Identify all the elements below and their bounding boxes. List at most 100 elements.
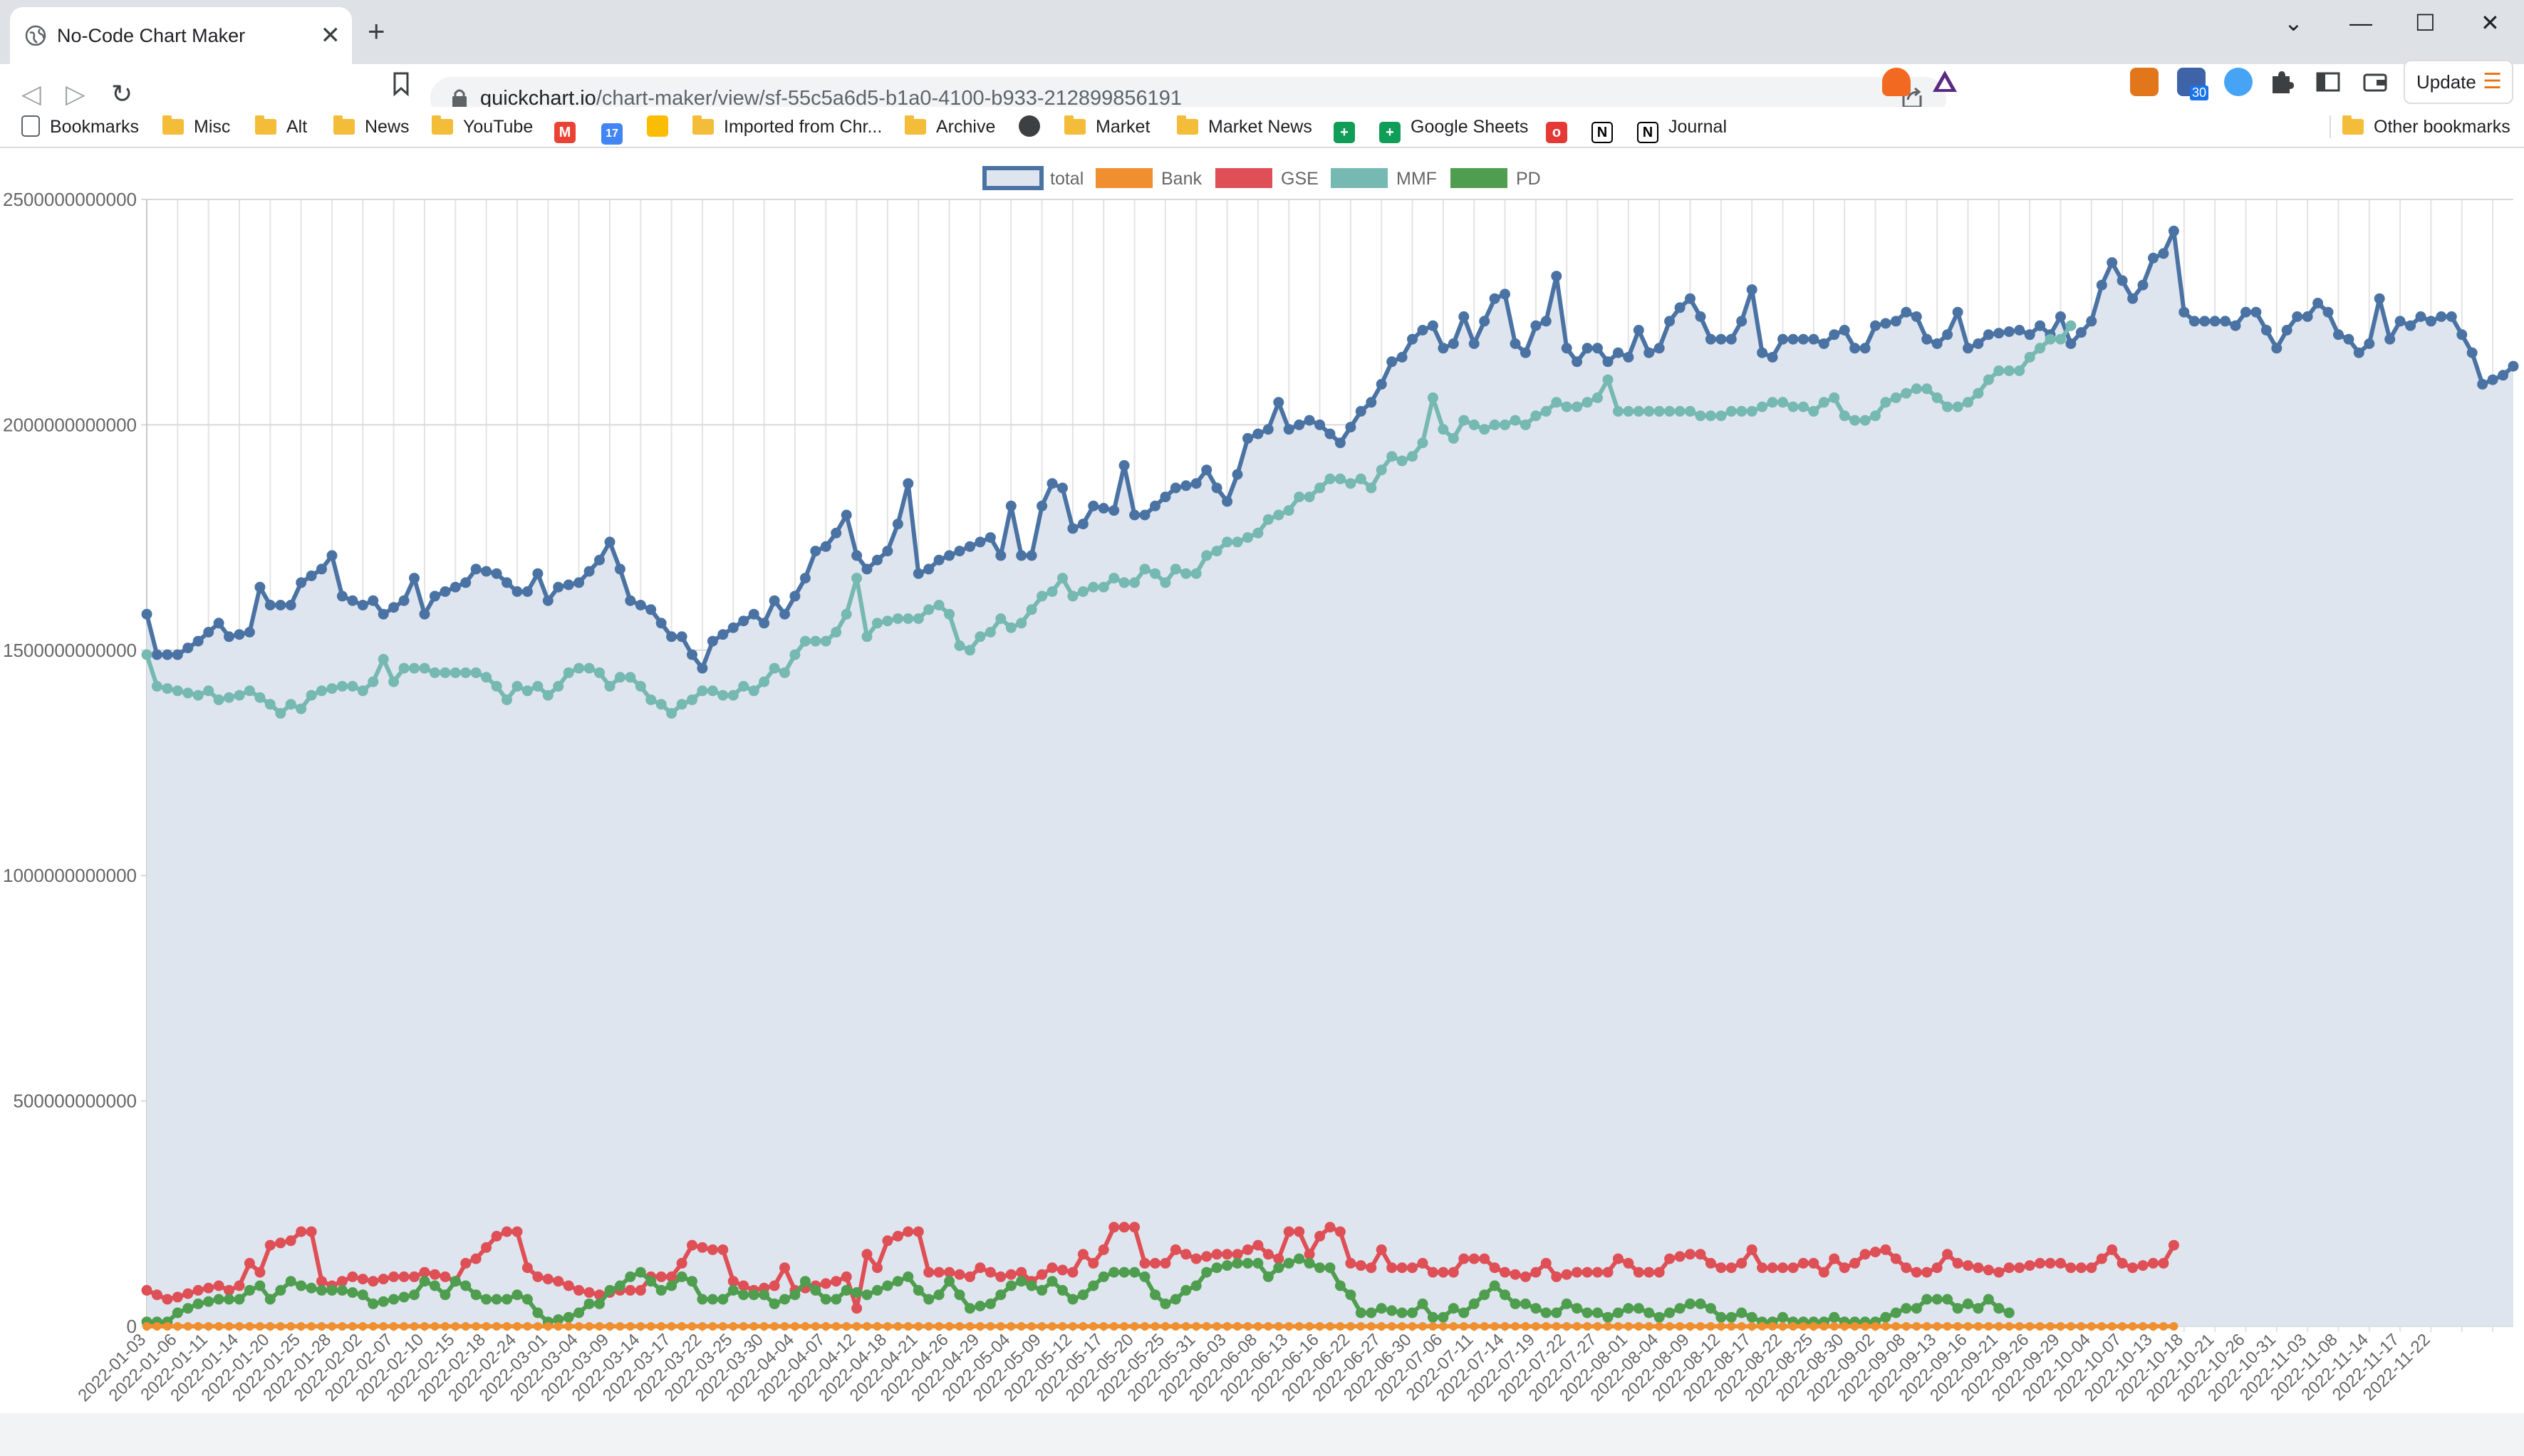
bookmark-alt[interactable]: Alt (255, 115, 307, 138)
data-point (1253, 1322, 1262, 1331)
maximize-icon[interactable]: ☐ (2415, 9, 2436, 37)
folder-icon (1064, 115, 1086, 135)
data-point (799, 635, 811, 647)
bookmark-youtube[interactable]: YouTube (432, 115, 533, 138)
data-point (2148, 1257, 2159, 1269)
legend-label-total: total (1050, 169, 1084, 189)
data-point (1510, 1269, 1521, 1280)
data-point (1685, 405, 1695, 417)
metamask-icon[interactable] (2130, 68, 2159, 96)
data-point (1068, 1322, 1077, 1331)
close-tab-icon[interactable]: ✕ (321, 21, 341, 50)
side-panel-icon[interactable] (2314, 68, 2342, 96)
data-point (1314, 1262, 1326, 1274)
data-point (872, 1262, 883, 1274)
data-point (183, 1322, 192, 1331)
data-point (151, 649, 162, 660)
data-point (821, 1322, 831, 1331)
data-point (625, 595, 636, 606)
data-point (285, 1276, 296, 1287)
brave-rewards-icon[interactable] (1931, 68, 1959, 96)
data-point (398, 662, 410, 674)
data-point (1408, 1322, 1417, 1331)
data-point (1643, 405, 1655, 417)
data-point (1376, 464, 1387, 476)
back-icon[interactable]: ◁ (21, 77, 41, 111)
bookmark-google-sheets[interactable]: + Google Sheets (1379, 115, 1528, 143)
data-point (1150, 1289, 1160, 1301)
data-point (1890, 316, 1901, 327)
wallet-icon[interactable] (2361, 68, 2389, 96)
close-window-icon[interactable]: ✕ (2481, 9, 2500, 37)
bookmark-globe[interactable] (1019, 115, 1050, 138)
bookmark-imported[interactable]: Imported from Chr... (692, 115, 882, 138)
data-point (1252, 1257, 1264, 1269)
data-point (1674, 405, 1686, 417)
bookmark-icon[interactable] (390, 71, 412, 97)
data-point (965, 541, 975, 552)
data-point (1315, 1322, 1324, 1331)
forward-icon[interactable]: ▷ (66, 77, 85, 111)
bookmark-gmail[interactable]: M (554, 115, 586, 143)
data-point (1500, 1267, 1510, 1278)
tab-search-chevron-icon[interactable]: ⌄ (2284, 9, 2303, 37)
data-point (398, 1271, 410, 1282)
minimize-icon[interactable]: — (2349, 9, 2372, 37)
update-button[interactable]: Update ☰ (2404, 60, 2513, 104)
data-point (1870, 410, 1881, 422)
bookmark-other[interactable]: Other bookmarks (2330, 115, 2510, 138)
bookmark-keep[interactable] (647, 115, 678, 138)
data-point (2240, 306, 2251, 318)
data-point (727, 622, 739, 633)
bluesky-icon[interactable] (2224, 68, 2253, 96)
series-total (141, 225, 2519, 1326)
bookmark-bookmarks[interactable]: Bookmarks (21, 115, 139, 138)
reload-icon[interactable]: ↻ (111, 77, 133, 111)
data-point (296, 1226, 307, 1237)
data-point (162, 1322, 172, 1331)
data-point (1190, 478, 1202, 489)
data-point (563, 667, 574, 678)
bookmark-archive[interactable]: Archive (905, 115, 995, 138)
data-point (573, 577, 585, 588)
data-point (1777, 397, 1788, 408)
data-point (831, 1322, 841, 1331)
data-point (1170, 1294, 1181, 1305)
bookmark-journal[interactable]: N Journal (1637, 115, 1727, 143)
data-point (2271, 343, 2282, 354)
data-point (1480, 1322, 1489, 1331)
brave-shields-icon[interactable] (1882, 68, 1911, 96)
menu-icon[interactable]: ☰ (2483, 61, 2502, 103)
legend-label-mmf: MMF (1396, 169, 1437, 189)
data-point (1192, 1322, 1201, 1331)
data-point (1725, 405, 1737, 417)
data-point (913, 613, 924, 624)
bookmark-notion[interactable]: N (1591, 115, 1623, 143)
bookmark-misc[interactable]: Misc (162, 115, 230, 138)
bookmark-market[interactable]: Market (1064, 115, 1150, 138)
data-point (2405, 320, 2416, 331)
calendar-extension-icon[interactable]: 30 (2177, 68, 2208, 100)
extensions-puzzle-icon[interactable] (2267, 68, 2295, 96)
data-point (2260, 325, 2272, 336)
data-point (2024, 1260, 2035, 1272)
bookmark-red-app[interactable]: o (1546, 115, 1577, 143)
bookmark-market-news[interactable]: Market News (1177, 115, 1312, 138)
browser-tab[interactable]: No-Code Chart Maker ✕ (10, 7, 352, 64)
data-point (770, 1322, 779, 1331)
data-point (1262, 514, 1274, 525)
data-point (1653, 343, 1665, 354)
data-point (1993, 328, 2005, 339)
bookmark-sheets[interactable]: + (1334, 115, 1365, 143)
data-point (1880, 318, 1891, 329)
bookmark-calendar[interactable]: 17 (601, 115, 633, 145)
data-point (666, 1280, 677, 1291)
new-tab-button[interactable]: + (368, 16, 385, 47)
data-point (266, 1322, 275, 1331)
data-point (172, 1291, 183, 1303)
data-point (378, 1296, 389, 1307)
data-point (1963, 1260, 1973, 1272)
bookmark-news[interactable]: News (333, 115, 410, 138)
data-point (975, 1262, 986, 1274)
data-point (213, 1294, 224, 1305)
